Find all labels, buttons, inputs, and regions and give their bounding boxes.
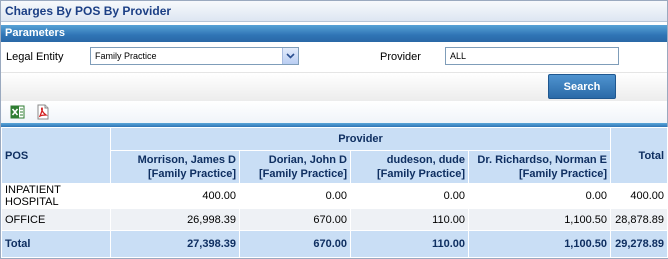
- provider-name: Morrison, James D: [137, 154, 236, 166]
- parameters-row: Legal Entity Family Practice Provider AL…: [1, 42, 667, 72]
- charge-cell: 400.00: [110, 183, 240, 209]
- total-cell: 110.00: [350, 230, 469, 258]
- excel-icon[interactable]: [10, 104, 26, 120]
- total-cell: 670.00: [239, 230, 351, 258]
- page-title: Charges By POS By Provider: [1, 1, 667, 22]
- provider-column-header: dudeson, dude [Family Practice]: [350, 150, 469, 184]
- legal-entity-label: Legal Entity: [6, 51, 64, 63]
- provider-name: Dorian, John D: [268, 154, 347, 166]
- provider-entity: [Family Practice]: [376, 168, 465, 180]
- search-row: Search: [1, 72, 667, 101]
- pos-cell: OFFICE: [1, 208, 111, 231]
- pdf-icon[interactable]: [35, 104, 51, 120]
- provider-entity: [Family Practice]: [518, 168, 608, 180]
- export-toolbar: [1, 101, 667, 123]
- grand-total-cell: 29,278.89: [610, 230, 668, 258]
- provider-column-header: Dr. Richardso, Norman E [Family Practice…: [467, 150, 612, 184]
- legal-entity-value: Family Practice: [95, 51, 157, 61]
- search-button[interactable]: Search: [548, 74, 616, 99]
- provider-entity: [Family Practice]: [147, 168, 236, 180]
- report-window: Charges By POS By Provider Parameters Le…: [0, 0, 668, 259]
- total-cell: 1,100.50: [467, 230, 612, 258]
- totals-row: Total 27,398.39 670.00 110.00 1,100.50 2…: [1, 230, 668, 258]
- table-row: OFFICE 26,998.39 670.00 110.00 1,100.50 …: [1, 208, 668, 231]
- charge-cell: 110.00: [350, 208, 469, 231]
- pos-column-header: POS: [1, 127, 111, 184]
- provider-column-header: Dorian, John D [Family Practice]: [239, 150, 351, 184]
- chevron-down-icon[interactable]: [282, 48, 298, 64]
- total-column-header: Total: [610, 127, 668, 184]
- row-total-cell: 400.00: [610, 183, 668, 209]
- charge-cell: 0.00: [467, 183, 612, 209]
- provider-name: dudeson, dude: [386, 154, 465, 166]
- legal-entity-select[interactable]: Family Practice: [90, 47, 299, 65]
- table-row: INPATIENT HOSPITAL 400.00 0.00 0.00 0.00…: [1, 183, 668, 209]
- parameters-header: Parameters: [1, 25, 667, 42]
- report-table: POS Provider Total Morrison, James D [Fa…: [1, 127, 668, 258]
- total-cell: 27,398.39: [110, 230, 240, 258]
- provider-input[interactable]: ALL: [445, 47, 619, 65]
- charge-cell: 0.00: [350, 183, 469, 209]
- pos-cell: INPATIENT HOSPITAL: [1, 183, 111, 209]
- totals-label: Total: [1, 230, 111, 258]
- charge-cell: 670.00: [239, 208, 351, 231]
- provider-group-header: Provider: [109, 127, 612, 151]
- provider-column-header: Morrison, James D [Family Practice]: [110, 150, 240, 184]
- row-total-cell: 28,878.89: [610, 208, 668, 231]
- provider-name: Dr. Richardso, Norman E: [477, 154, 608, 166]
- provider-entity: [Family Practice]: [258, 168, 347, 180]
- provider-label: Provider: [380, 51, 421, 63]
- charge-cell: 1,100.50: [467, 208, 612, 231]
- charge-cell: 0.00: [239, 183, 351, 209]
- charge-cell: 26,998.39: [110, 208, 240, 231]
